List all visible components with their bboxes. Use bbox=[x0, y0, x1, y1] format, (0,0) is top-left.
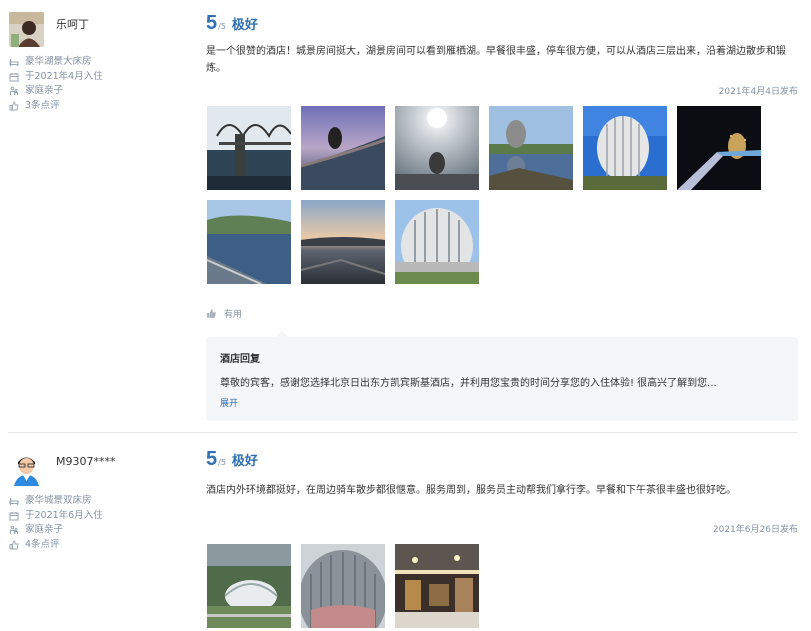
review-divider bbox=[8, 432, 798, 433]
review-date: 2021年6月26日发布 bbox=[712, 525, 798, 535]
rating-score: 5 bbox=[206, 12, 218, 34]
rating-label: 极好 bbox=[231, 454, 258, 469]
reply-title: 酒店回复 bbox=[220, 354, 260, 365]
rating: 5/5 极好 bbox=[206, 448, 258, 471]
room-type-label: 豪华城景双床房 bbox=[25, 495, 92, 506]
room-type: 豪华湖景大床房 bbox=[9, 55, 103, 70]
stay-date: 于2021年4月入住 bbox=[9, 70, 103, 85]
review-photo[interactable] bbox=[395, 200, 479, 284]
reply-text: 尊敬的宾客，感谢您选择北京日出东方凯宾斯基酒店，并利用您宝贵的时间分享您的入住体… bbox=[220, 378, 717, 389]
reviewer-name[interactable]: M9307**** bbox=[56, 455, 116, 468]
review-photo[interactable] bbox=[301, 106, 385, 190]
reviewer-name[interactable]: 乐呵丁 bbox=[56, 16, 89, 32]
useful-label: 有用 bbox=[224, 310, 243, 320]
thumbs-up-icon bbox=[9, 101, 19, 111]
family-icon bbox=[9, 86, 19, 96]
stay-date-label: 于2021年6月入住 bbox=[25, 509, 103, 521]
review-photo[interactable] bbox=[207, 200, 291, 284]
trip-type: 家庭亲子 bbox=[9, 84, 103, 99]
review-text: 酒店内外环境都挺好，在周边骑车散步都很惬意。服务周到，服务员主动帮我们拿行李。早… bbox=[206, 485, 736, 496]
thumbs-up-icon bbox=[9, 540, 19, 550]
review-photo[interactable] bbox=[489, 106, 573, 190]
review-date: 2021年4月4日发布 bbox=[718, 87, 798, 97]
review-count: 4条点评 bbox=[9, 538, 103, 553]
review-photo[interactable] bbox=[301, 544, 385, 628]
reviewer-meta: 豪华城景双床房 于2021年6月入住 家庭亲子 4条点评 bbox=[9, 494, 103, 552]
calendar-icon bbox=[9, 511, 19, 521]
review-photo[interactable] bbox=[395, 544, 479, 628]
reply-pointer bbox=[276, 331, 288, 337]
calendar-icon bbox=[9, 72, 19, 82]
stay-date: 于2021年6月入住 bbox=[9, 509, 103, 524]
review-count-label[interactable]: 4条点评 bbox=[25, 538, 60, 553]
review-photo[interactable] bbox=[583, 106, 667, 190]
thumbs-up-icon bbox=[207, 309, 216, 318]
review-photo[interactable] bbox=[677, 106, 761, 190]
reviewer-meta: 豪华湖景大床房 于2021年4月入住 家庭亲子 3条点评 bbox=[9, 55, 103, 113]
hotel-reply: 酒店回复 尊敬的宾客，感谢您选择北京日出东方凯宾斯基酒店，并利用您宝贵的时间分享… bbox=[206, 331, 798, 421]
review-photo[interactable] bbox=[207, 106, 291, 190]
useful-button[interactable]: 有用 bbox=[206, 307, 242, 320]
avatar[interactable] bbox=[9, 451, 44, 486]
bed-icon bbox=[9, 496, 19, 506]
review-photo[interactable] bbox=[301, 200, 385, 284]
review-photo[interactable] bbox=[395, 106, 479, 190]
review-count: 3条点评 bbox=[9, 99, 103, 114]
expand-link[interactable]: 展开 bbox=[220, 396, 238, 409]
room-type: 豪华城景双床房 bbox=[9, 494, 103, 509]
rating-max: /5 bbox=[218, 22, 226, 31]
rating-max: /5 bbox=[218, 458, 226, 467]
avatar[interactable] bbox=[9, 12, 44, 47]
trip-type-label: 家庭亲子 bbox=[25, 85, 64, 96]
rating-label: 极好 bbox=[231, 18, 258, 33]
review-text: 是一个很赞的酒店！城景房间挺大，湖景房间可以看到雁栖湖。早餐很丰盛，停车很方便，… bbox=[206, 46, 786, 74]
stay-date-label: 于2021年4月入住 bbox=[25, 70, 103, 82]
review-card: 乐呵丁 豪华湖景大床房 于2021年4月入住 家庭亲子 3条点评 5/5 极好 bbox=[0, 0, 811, 432]
rating: 5/5 极好 bbox=[206, 12, 258, 35]
review-count-label[interactable]: 3条点评 bbox=[25, 99, 60, 114]
review-card: M9307**** 豪华城景双床房 于2021年6月入住 家庭亲子 4条点评 5… bbox=[0, 435, 811, 631]
bed-icon bbox=[9, 57, 19, 67]
trip-type-label: 家庭亲子 bbox=[25, 524, 64, 535]
room-type-label: 豪华湖景大床房 bbox=[25, 56, 92, 67]
trip-type: 家庭亲子 bbox=[9, 523, 103, 538]
family-icon bbox=[9, 525, 19, 535]
rating-score: 5 bbox=[206, 448, 218, 470]
review-photo[interactable] bbox=[207, 544, 291, 628]
